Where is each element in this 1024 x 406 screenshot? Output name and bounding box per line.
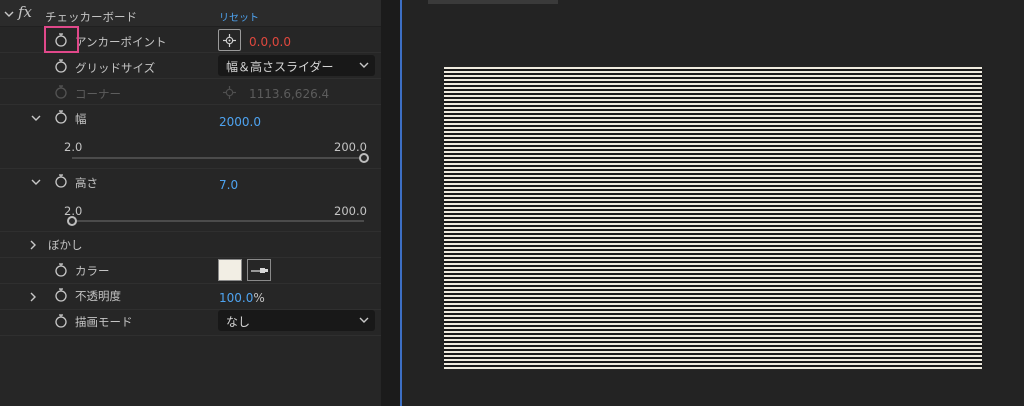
stopwatch-icon[interactable] <box>54 288 68 302</box>
corner-label: コーナー <box>75 87 121 101</box>
stopwatch-icon[interactable] <box>54 174 68 188</box>
chevron-down-icon[interactable] <box>4 9 14 19</box>
anchor-picker-button[interactable] <box>218 29 241 51</box>
blur-label: ぼかし <box>48 238 83 252</box>
property-row-corner: コーナー 1113.6,626.4 <box>0 79 381 105</box>
stopwatch-icon[interactable] <box>54 59 68 73</box>
anchor-value[interactable]: 0.0,0.0 <box>249 35 291 49</box>
height-slider-thumb[interactable] <box>67 216 77 226</box>
chevron-down-icon <box>359 317 369 323</box>
color-label: カラー <box>75 264 110 278</box>
reset-link[interactable]: リセット <box>219 9 259 24</box>
anchor-label: アンカーポイント <box>75 35 167 49</box>
width-value[interactable]: 2000.0 <box>219 115 261 129</box>
chevron-down-icon <box>359 62 369 68</box>
property-row-blur: ぼかし <box>0 232 381 258</box>
height-slider-max: 200.0 <box>334 204 367 218</box>
height-slider-track[interactable] <box>72 220 364 222</box>
height-value[interactable]: 7.0 <box>219 178 238 192</box>
width-slider-thumb[interactable] <box>359 153 369 163</box>
width-label: 幅 <box>75 112 87 126</box>
blend-mode-value: なし <box>226 315 251 329</box>
stopwatch-icon <box>55 85 67 99</box>
width-slider-min: 2.0 <box>64 140 83 154</box>
corner-value: 1113.6,626.4 <box>249 87 330 101</box>
property-row-grid-size: グリッドサイズ 幅＆高さスライダー <box>0 53 381 79</box>
property-row-height: 高さ 7.0 2.0 200.0 <box>0 169 381 232</box>
eyedropper-button[interactable] <box>247 259 271 281</box>
grid-size-label: グリッドサイズ <box>75 61 156 75</box>
highlight-box <box>44 26 79 53</box>
width-slider-max: 200.0 <box>334 140 367 154</box>
opacity-label: 不透明度 <box>75 289 121 303</box>
effect-header-row[interactable]: fx チェッカーボード リセット <box>0 0 381 27</box>
height-label: 高さ <box>75 176 98 190</box>
stopwatch-icon[interactable] <box>54 110 68 124</box>
fx-label[interactable]: fx <box>18 3 32 21</box>
eyedropper-icon <box>251 268 268 273</box>
property-row-width: 幅 2000.0 2.0 200.0 <box>0 105 381 169</box>
chevron-right-icon[interactable] <box>28 240 38 250</box>
opacity-value[interactable]: 100.0 <box>219 291 253 305</box>
property-row-opacity: 不透明度 100.0% <box>0 284 381 310</box>
stopwatch-icon[interactable] <box>54 314 68 328</box>
grid-size-value: 幅＆高さスライダー <box>226 60 334 74</box>
effect-name: チェッカーボード <box>45 10 137 24</box>
program-monitor <box>402 0 1024 406</box>
grid-size-dropdown[interactable]: 幅＆高さスライダー <box>218 55 375 76</box>
blend-mode-dropdown[interactable]: なし <box>218 310 375 331</box>
chevron-down-icon[interactable] <box>31 113 41 123</box>
width-slider-track[interactable] <box>72 157 364 159</box>
effect-controls-panel: fx チェッカーボード リセット アンカーポイント 0.0,0.0 グリッドサイ… <box>0 0 381 406</box>
viewer-tab-bar <box>428 0 558 4</box>
crosshair-icon <box>223 86 236 99</box>
chevron-right-icon[interactable] <box>28 292 38 302</box>
checkerboard-preview <box>444 67 982 369</box>
property-row-blend-mode: 描画モード なし <box>0 310 381 336</box>
blend-mode-label: 描画モード <box>75 315 133 329</box>
property-row-color: カラー <box>0 258 381 284</box>
opacity-value-group[interactable]: 100.0% <box>219 291 265 305</box>
color-swatch[interactable] <box>218 259 242 281</box>
opacity-unit: % <box>253 291 265 305</box>
stopwatch-icon[interactable] <box>54 263 68 277</box>
crosshair-icon <box>223 34 236 47</box>
panel-gutter <box>381 0 400 406</box>
chevron-down-icon[interactable] <box>31 177 41 187</box>
